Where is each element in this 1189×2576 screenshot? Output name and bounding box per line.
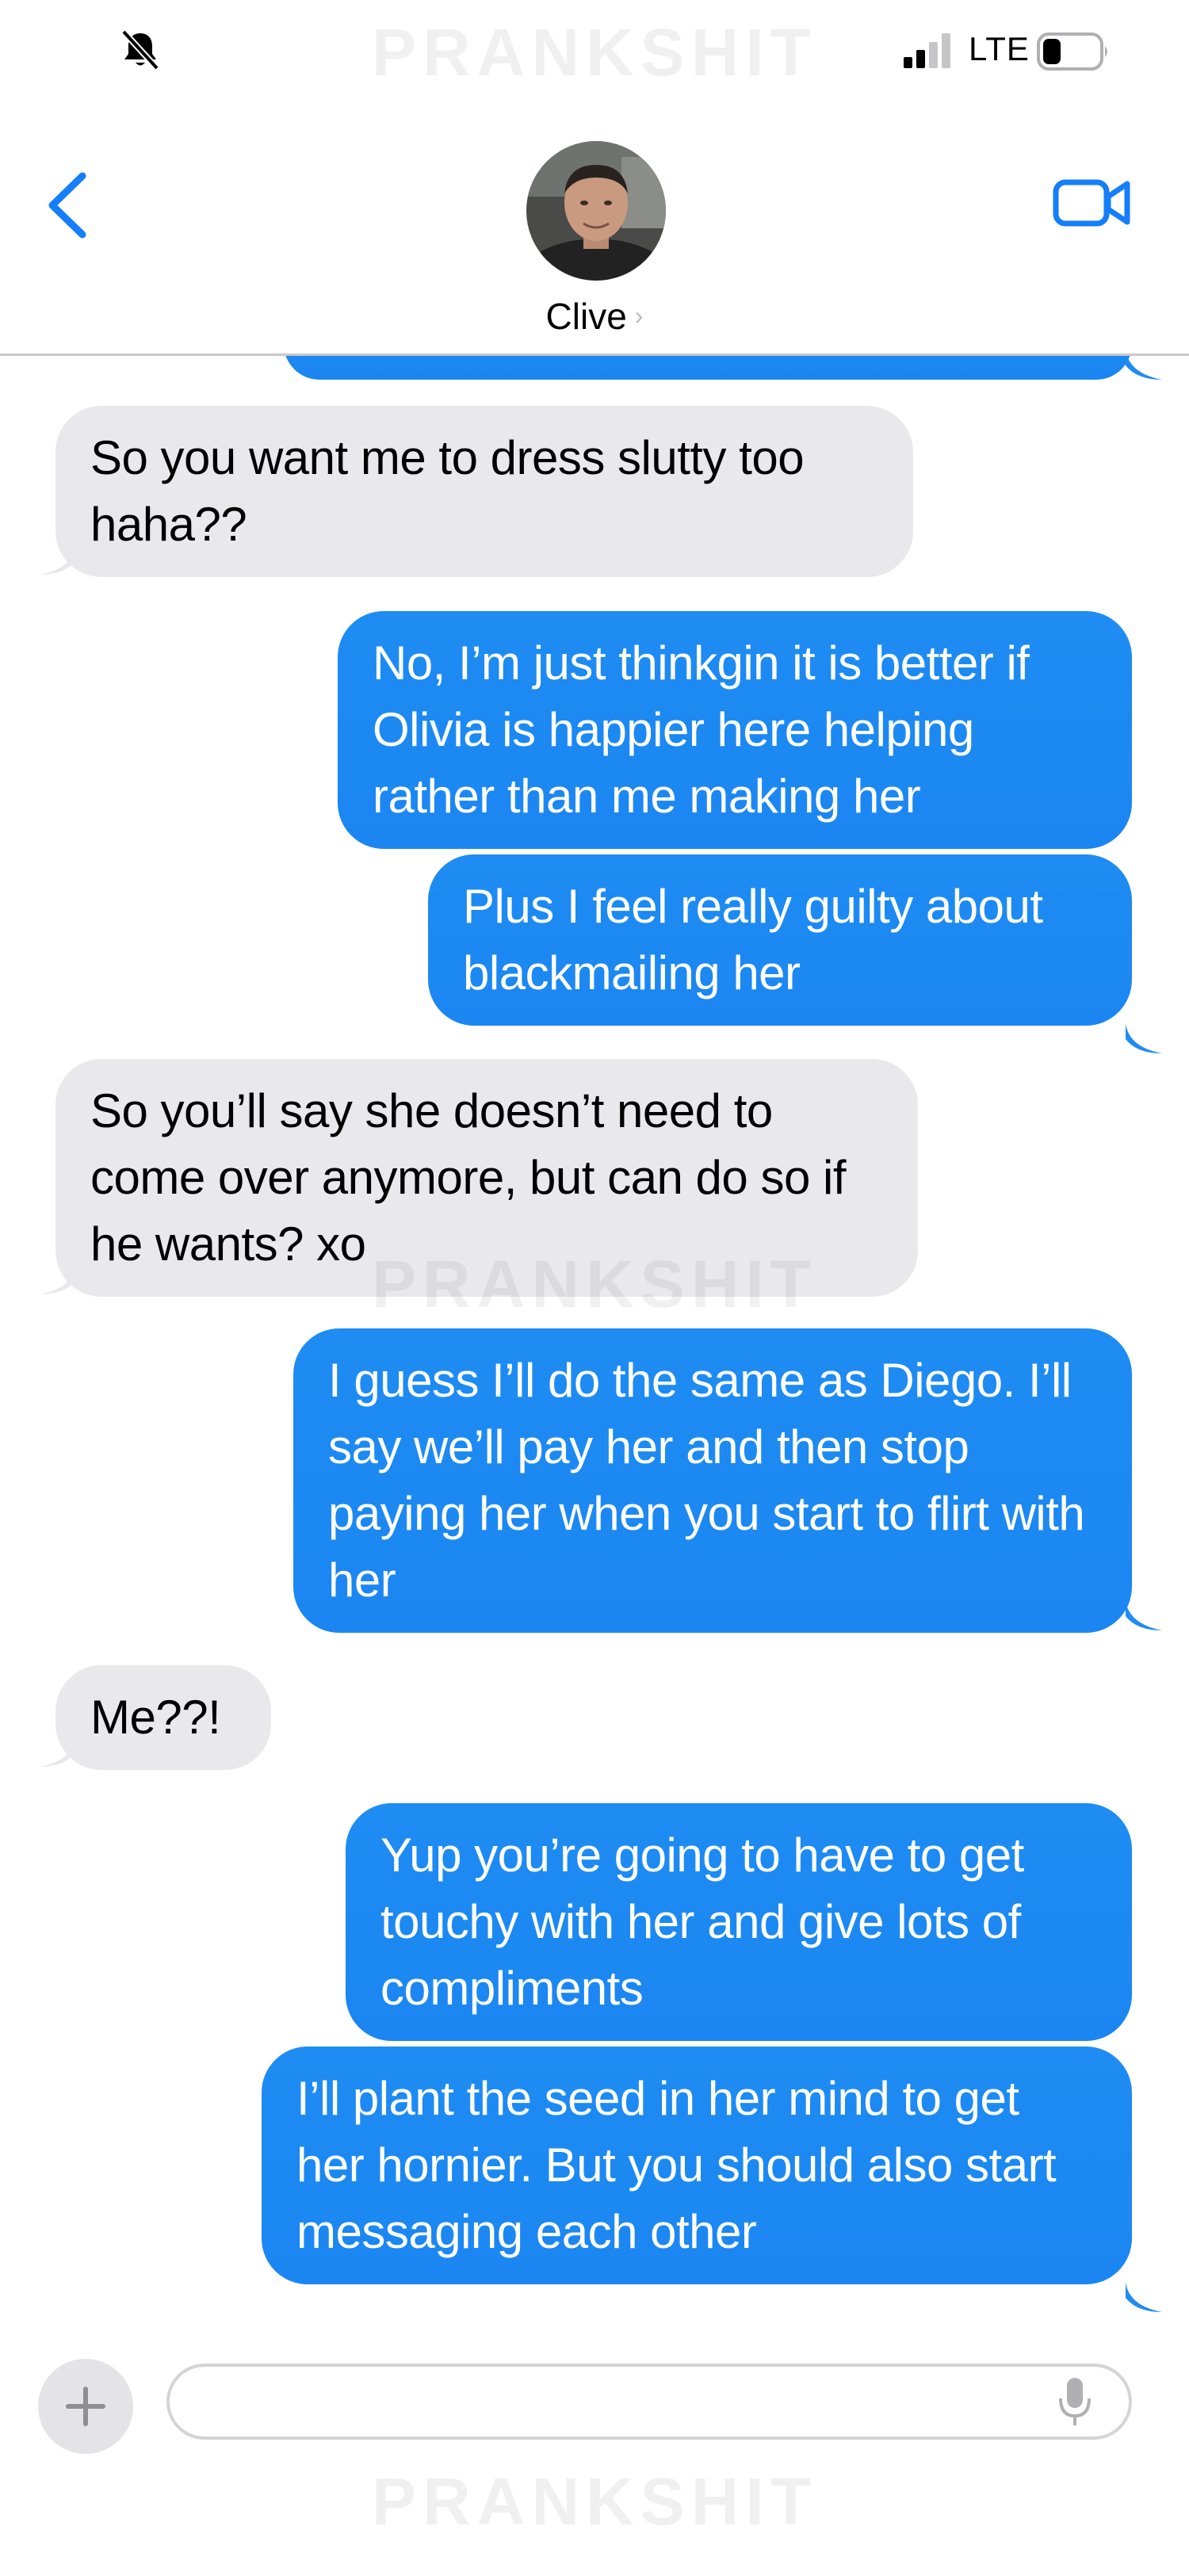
message-text: I guess I’ll do the same as Diego. I’ll … bbox=[328, 1354, 1085, 1607]
message-text: Yup you’re going to have to get touchy w… bbox=[380, 1829, 1024, 2015]
message-list[interactable]: So you want me to dress slutty too haha?… bbox=[0, 356, 1189, 2337]
back-chevron-icon[interactable] bbox=[44, 170, 92, 241]
message-text: So you’ll say she doesn’t need to come o… bbox=[90, 1084, 847, 1271]
bubble-tail bbox=[40, 545, 76, 575]
contact-name-button[interactable]: Clive › bbox=[0, 295, 1189, 338]
watermark: PRANKSHIT bbox=[371, 2464, 817, 2539]
avatar[interactable] bbox=[526, 141, 666, 281]
watermark: PRANKSHIT bbox=[371, 15, 817, 90]
message-bubble-sent: Yup you’re going to have to get touchy w… bbox=[346, 1803, 1132, 2041]
compose-bar bbox=[0, 2346, 1189, 2465]
message-bubble-sent-partial bbox=[284, 356, 1132, 380]
message-text: I’ll plant the seed in her mind to get h… bbox=[296, 2072, 1057, 2258]
video-camera-icon[interactable] bbox=[1053, 176, 1132, 230]
message-bubble-sent: No, I’m just thinkgin it is better if Ol… bbox=[338, 611, 1132, 849]
bubble-tail bbox=[1126, 356, 1162, 380]
message-text: Plus I feel really guilty about blackmai… bbox=[463, 880, 1043, 999]
contact-name: Clive bbox=[545, 296, 627, 337]
bubble-tail bbox=[40, 1737, 76, 1767]
message-bubble-sent: I guess I’ll do the same as Diego. I’ll … bbox=[293, 1328, 1132, 1633]
message-bubble-sent: Plus I feel really guilty about blackmai… bbox=[428, 854, 1132, 1026]
message-text: Me??! bbox=[90, 1691, 221, 1744]
message-bubble-received: Me??! bbox=[55, 1665, 271, 1770]
message-input[interactable] bbox=[166, 2364, 1132, 2440]
watermark: PRANKSHIT bbox=[371, 1247, 817, 1321]
bubble-tail bbox=[1126, 1023, 1162, 1053]
conversation-header: Clive › bbox=[0, 103, 1189, 356]
message-text: So you want me to dress slutty too haha?… bbox=[90, 431, 805, 551]
microphone-icon[interactable] bbox=[1057, 2376, 1092, 2429]
message-bubble-received: So you want me to dress slutty too haha?… bbox=[55, 406, 913, 577]
bubble-tail bbox=[1126, 2282, 1162, 2312]
apps-button[interactable] bbox=[38, 2359, 133, 2454]
bubble-tail bbox=[1126, 1600, 1162, 1630]
plus-icon bbox=[66, 2387, 105, 2426]
chevron-right-icon: › bbox=[634, 301, 644, 330]
message-bubble-sent: I’ll plant the seed in her mind to get h… bbox=[262, 2047, 1132, 2284]
message-text: No, I’m just thinkgin it is better if Ol… bbox=[373, 636, 1030, 823]
